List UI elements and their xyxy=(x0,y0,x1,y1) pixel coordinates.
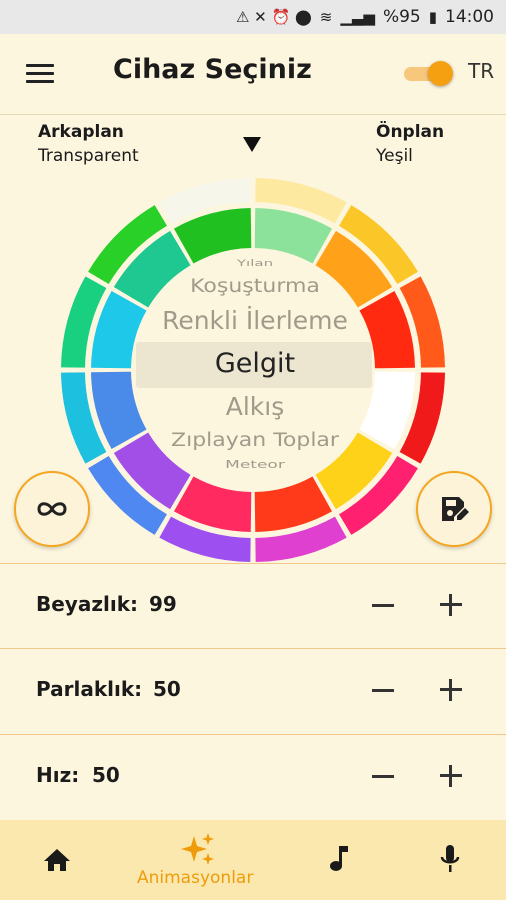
wifi-icon: ≋ xyxy=(319,8,333,26)
status-time: 14:00 xyxy=(445,7,494,27)
signal-icon: ▁▃▅ xyxy=(340,8,375,26)
sparkles-icon xyxy=(181,833,214,865)
minus-icon[interactable] xyxy=(372,689,394,692)
bottom-navigation: Animasyonlar xyxy=(0,820,506,900)
animation-picker[interactable]: Yılan Koşuşturma Renkli İlerleme Gelgit … xyxy=(130,248,380,478)
setting-label: Parlaklık: xyxy=(36,677,143,701)
language-toggle[interactable] xyxy=(404,61,454,86)
foreground-label: Önplan xyxy=(376,122,445,142)
minus-icon[interactable] xyxy=(372,604,394,607)
battery-icon: ▮ xyxy=(428,8,437,26)
dropdown-arrow-icon[interactable] xyxy=(243,137,261,152)
nav-home[interactable] xyxy=(0,820,115,900)
setting-row-whiteness: Beyazlık: 99 xyxy=(0,563,506,648)
infinity-icon xyxy=(37,502,67,516)
setting-label: Beyazlık: xyxy=(36,592,138,616)
plus-icon[interactable] xyxy=(440,594,462,616)
nav-microphone[interactable] xyxy=(395,820,506,900)
minus-icon[interactable] xyxy=(372,775,394,778)
battery-percent: %95 xyxy=(382,7,421,27)
save-button[interactable] xyxy=(416,471,492,547)
plus-icon[interactable] xyxy=(440,679,462,701)
background-value[interactable]: Transparent xyxy=(38,146,139,166)
wheel-inner-segment[interactable] xyxy=(254,476,333,532)
setting-label: Hız: xyxy=(36,763,80,787)
animation-item[interactable]: Yılan xyxy=(130,258,380,269)
language-label: TR xyxy=(468,59,495,83)
animation-item[interactable]: Renkli İlerleme xyxy=(130,306,380,335)
plus-icon[interactable] xyxy=(440,765,462,787)
setting-value: 50 xyxy=(92,763,120,787)
foreground-value[interactable]: Yeşil xyxy=(376,146,413,166)
nav-animations-label: Animasyonlar xyxy=(137,868,254,888)
wheel-inner-segment[interactable] xyxy=(173,476,252,532)
save-edit-icon xyxy=(442,497,469,521)
background-label: Arkaplan xyxy=(38,122,124,142)
loop-button[interactable] xyxy=(14,471,90,547)
animation-item[interactable]: Alkış xyxy=(130,392,380,421)
music-note-icon xyxy=(330,846,348,871)
app-bar: Cihaz Seçiniz TR xyxy=(0,34,506,115)
animation-item[interactable]: Zıplayan Toplar xyxy=(130,430,380,451)
setting-row-brightness: Parlaklık: 50 xyxy=(0,648,506,733)
page-title: Cihaz Seçiniz xyxy=(113,54,312,85)
nav-music[interactable] xyxy=(280,820,395,900)
nav-animations[interactable]: Animasyonlar xyxy=(115,820,280,900)
setting-value: 99 xyxy=(149,592,177,616)
notification-icons: ⚠ ✕ ⏰ ⬤ xyxy=(235,8,312,26)
setting-row-speed: Hız: 50 xyxy=(0,734,506,819)
animation-item[interactable]: Koşuşturma xyxy=(130,276,380,297)
status-bar: ⚠ ✕ ⏰ ⬤ ≋ ▁▃▅ %95 ▮ 14:00 xyxy=(0,0,506,34)
home-icon xyxy=(44,849,70,871)
toggle-thumb xyxy=(428,61,453,86)
animation-item[interactable]: Meteor xyxy=(130,459,380,471)
animation-item-selected[interactable]: Gelgit xyxy=(130,348,380,379)
menu-icon[interactable] xyxy=(26,64,54,84)
setting-value: 50 xyxy=(153,677,181,701)
microphone-icon xyxy=(440,845,460,872)
